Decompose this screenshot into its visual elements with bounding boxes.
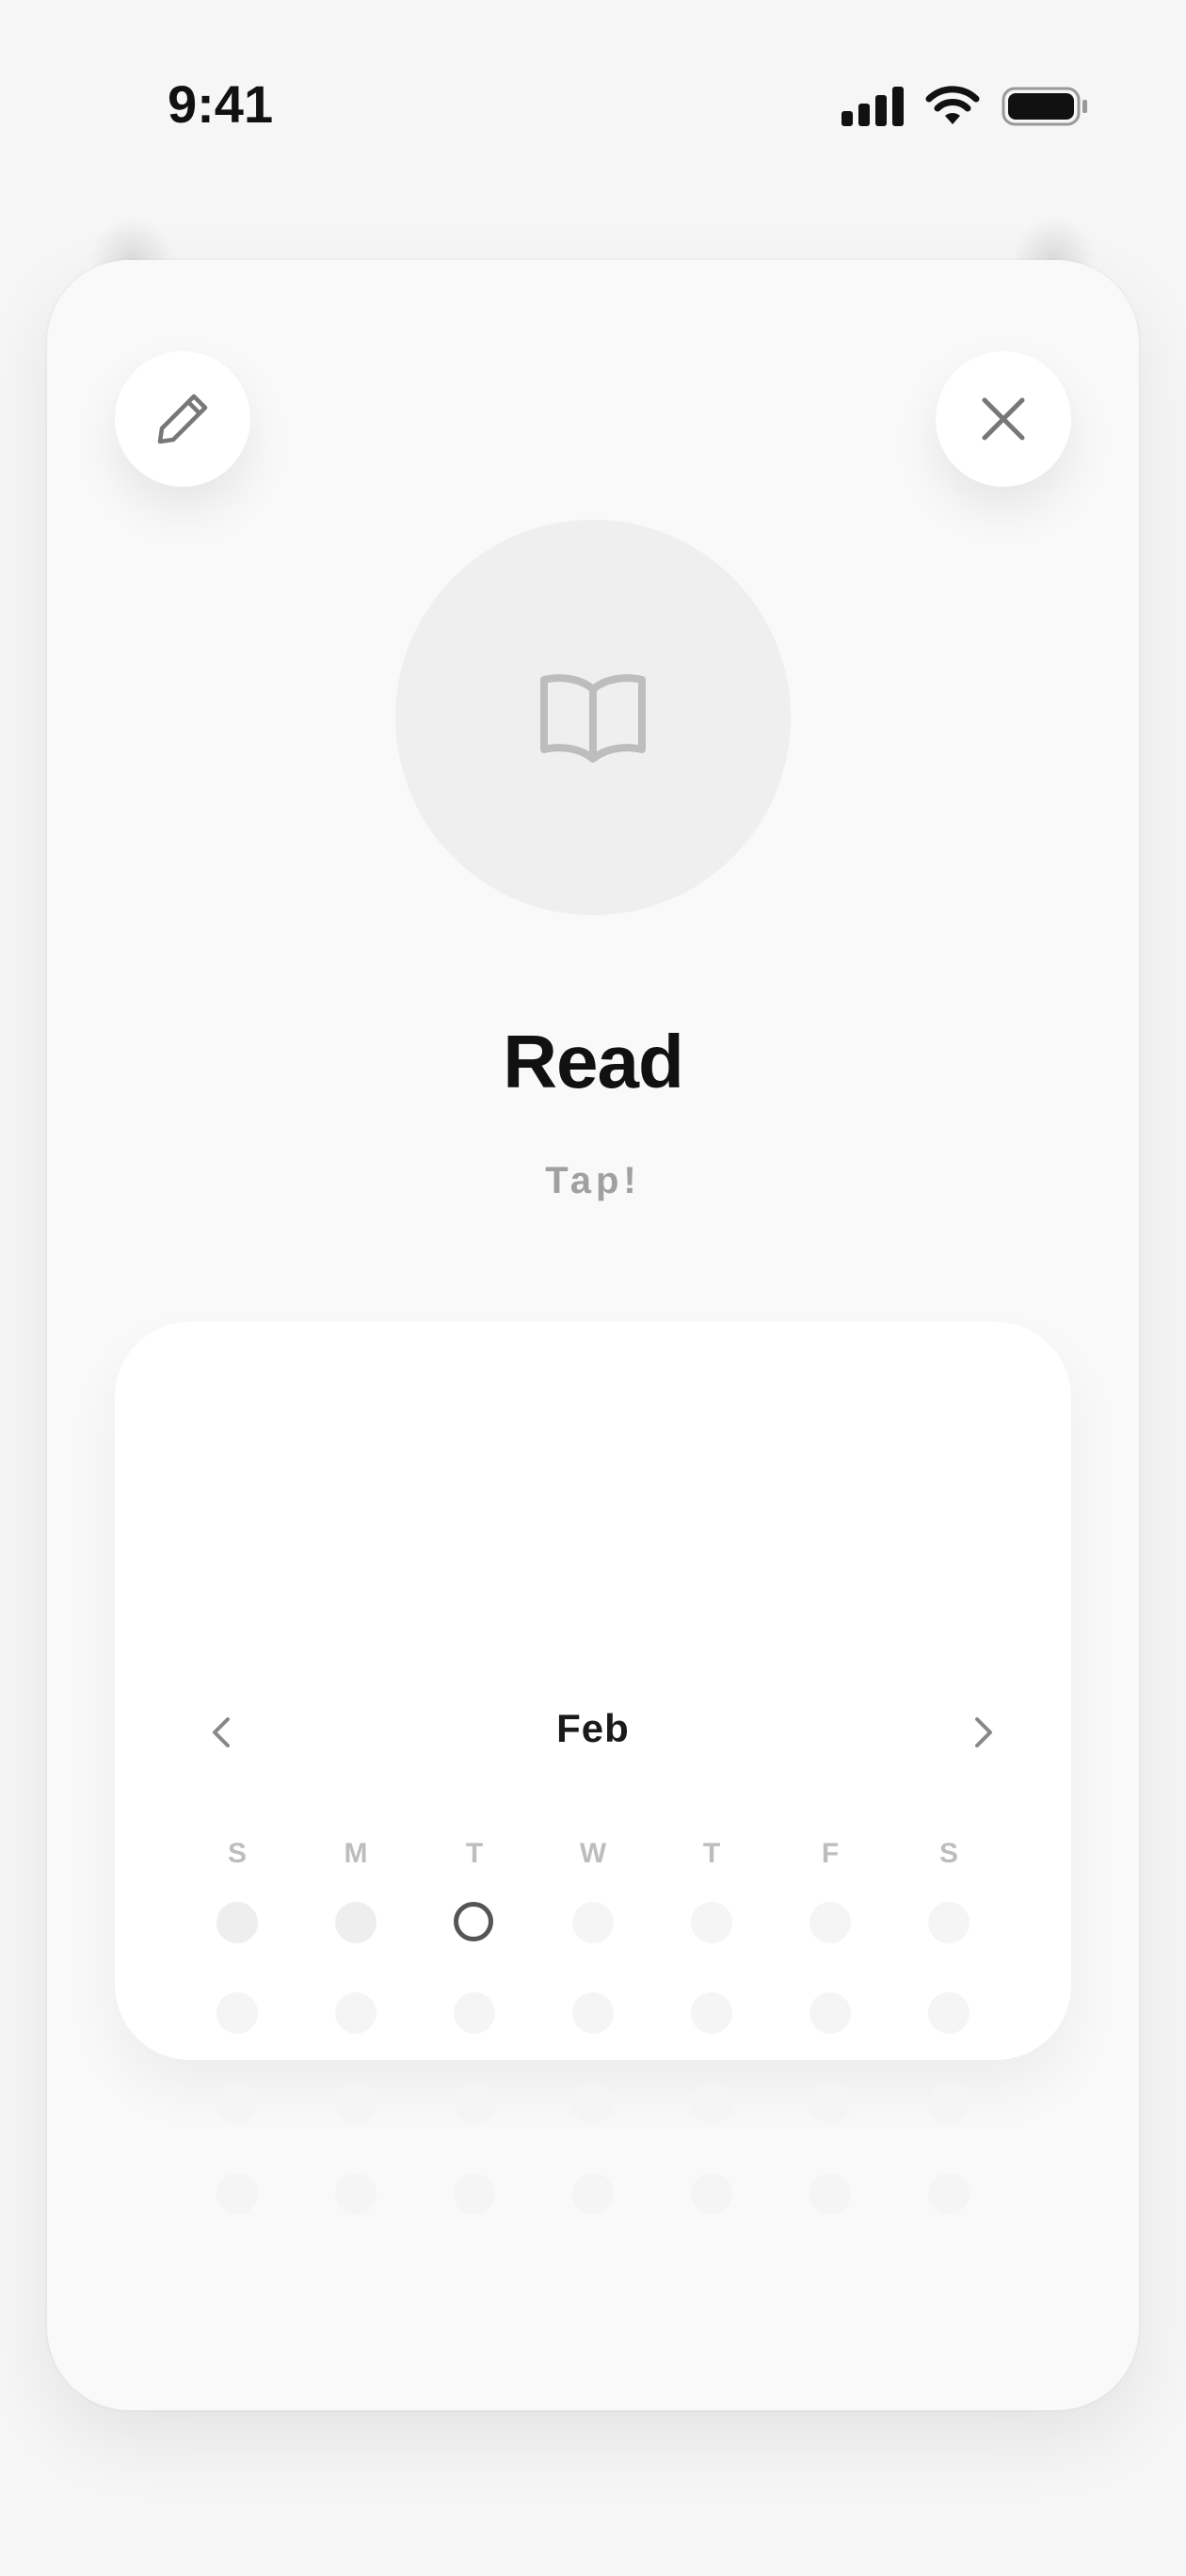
day-cell[interactable] <box>928 1992 970 2034</box>
weekday-label: W <box>579 1838 607 1869</box>
pencil-icon <box>157 394 208 444</box>
day-cell[interactable] <box>572 2173 614 2214</box>
day-cell[interactable] <box>691 2083 732 2124</box>
close-button[interactable] <box>936 351 1071 487</box>
day-cell[interactable] <box>691 2173 732 2214</box>
day-cell[interactable] <box>928 1902 970 1943</box>
weekday-label: S <box>938 1838 958 1869</box>
cellular-signal-icon <box>841 87 904 126</box>
weekday-label: T <box>465 1838 484 1869</box>
day-cell-today[interactable] <box>454 1902 493 1941</box>
day-cell[interactable] <box>216 1992 258 2034</box>
weekday-label: T <box>702 1838 721 1869</box>
day-cell[interactable] <box>572 1902 614 1943</box>
calendar: Feb S M T W T F S <box>115 1322 1071 2214</box>
habit-card: Read Tap! Feb S M T W T F S <box>47 260 1139 2410</box>
day-cell[interactable] <box>691 1902 732 1943</box>
habit-title: Read <box>503 1020 684 1103</box>
day-cell[interactable] <box>454 1992 495 2034</box>
day-cell[interactable] <box>691 1992 732 2034</box>
day-cell[interactable] <box>572 2083 614 2124</box>
day-cell[interactable] <box>454 2083 495 2124</box>
calendar-month: Feb <box>556 1706 630 1750</box>
open-book-icon <box>540 674 646 763</box>
edit-button[interactable] <box>115 351 250 487</box>
weekday-label: F <box>821 1838 840 1869</box>
wifi-icon <box>925 86 980 124</box>
day-cell[interactable] <box>454 2173 495 2214</box>
day-cell[interactable] <box>335 2083 377 2124</box>
day-cell[interactable] <box>809 1902 851 1943</box>
weekday-label: S <box>227 1838 247 1869</box>
status-icons <box>840 83 1088 128</box>
day-cell[interactable] <box>928 2173 970 2214</box>
habit-subtitle[interactable]: Tap! <box>47 1160 1139 1202</box>
day-cell[interactable] <box>335 1992 377 2034</box>
close-icon <box>982 397 1025 441</box>
status-bar: 9:41 <box>0 0 1186 217</box>
day-cell[interactable] <box>216 2083 258 2124</box>
status-time: 9:41 <box>168 74 274 134</box>
day-cell[interactable] <box>216 1902 258 1943</box>
day-cell[interactable] <box>216 2173 258 2214</box>
day-cell[interactable] <box>809 2083 851 2124</box>
next-month-button[interactable] <box>945 1695 1020 1770</box>
battery-icon <box>1002 87 1087 126</box>
day-cell[interactable] <box>809 1992 851 2034</box>
habit-icon-circle[interactable] <box>395 520 791 915</box>
chevron-right-icon <box>975 1717 992 1747</box>
day-cell[interactable] <box>572 1992 614 2034</box>
day-cell[interactable] <box>809 2173 851 2214</box>
weekday-label: M <box>344 1838 368 1869</box>
day-cell[interactable] <box>335 1902 377 1943</box>
day-cell[interactable] <box>335 2173 377 2214</box>
day-cell[interactable] <box>928 2083 970 2124</box>
